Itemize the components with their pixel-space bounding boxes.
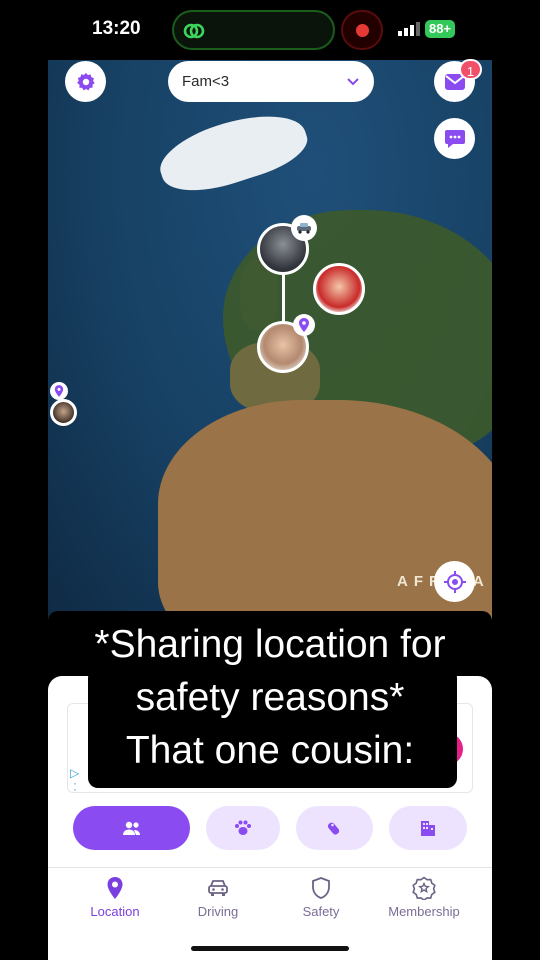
tab-label: Safety	[302, 904, 340, 919]
shield-icon	[312, 877, 330, 899]
caption-line: *Sharing location for	[94, 623, 446, 666]
dynamic-island	[172, 10, 335, 50]
status-bar: 13:20 88+	[0, 0, 540, 60]
caption-text: *Sharing location for safety reasons* Th…	[48, 618, 492, 777]
chat-button[interactable]	[434, 118, 475, 159]
tab-membership[interactable]: Membership	[374, 876, 474, 926]
filter-chip-pets[interactable]	[206, 806, 280, 850]
caption-line: safety reasons*	[135, 676, 405, 719]
more-options-icon[interactable]: · ·	[73, 777, 77, 795]
location-pin-icon	[293, 314, 315, 336]
location-pin-icon	[50, 382, 68, 400]
paw-icon	[235, 820, 251, 835]
home-indicator[interactable]	[191, 946, 349, 951]
link-icon	[183, 23, 205, 39]
circle-name: Fam<3	[182, 73, 230, 90]
car-icon	[291, 215, 317, 241]
tab-label: Membership	[388, 904, 460, 919]
tab-location[interactable]: Location	[65, 876, 165, 926]
star-badge-icon	[412, 876, 436, 900]
circle-selector-dropdown[interactable]: Fam<3	[168, 61, 374, 102]
recenter-button[interactable]	[434, 561, 475, 602]
filter-chip-items[interactable]	[296, 806, 373, 850]
crosshair-icon	[443, 570, 466, 593]
space-background	[492, 60, 540, 620]
location-pin-icon	[107, 877, 123, 899]
member-avatar[interactable]	[313, 263, 365, 315]
signal-icon	[398, 22, 420, 36]
caption-line: That one cousin:	[125, 729, 415, 772]
tab-label: Driving	[197, 904, 239, 919]
screen-recording-indicator	[341, 10, 383, 50]
building-icon	[421, 821, 435, 836]
tab-label: Location	[90, 904, 140, 919]
tab-safety[interactable]: Safety	[271, 876, 371, 926]
gear-icon	[76, 72, 95, 90]
tab-bar-divider	[48, 867, 492, 868]
map-landmass	[152, 100, 314, 204]
filter-chip-people[interactable]	[73, 806, 190, 850]
notification-badge: 1	[459, 59, 482, 80]
filter-chip-places[interactable]	[389, 806, 467, 850]
chevron-down-icon	[347, 77, 359, 85]
space-background	[0, 60, 48, 620]
battery-indicator: 88+	[425, 20, 455, 38]
chat-bubble-icon	[444, 129, 465, 148]
people-icon	[122, 821, 140, 835]
status-time: 13:20	[92, 18, 141, 39]
settings-button[interactable]	[65, 61, 106, 102]
movement-trail	[282, 273, 285, 325]
car-icon	[208, 880, 228, 896]
member-avatar[interactable]	[50, 399, 77, 426]
record-dot-icon	[356, 24, 369, 37]
tab-driving[interactable]: Driving	[168, 876, 268, 926]
tile-tag-icon	[327, 822, 339, 835]
